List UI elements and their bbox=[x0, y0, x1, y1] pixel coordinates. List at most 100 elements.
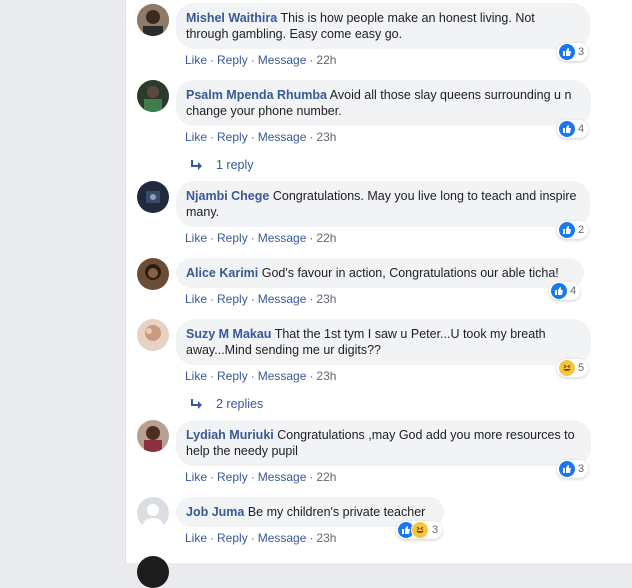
separator: · bbox=[309, 531, 314, 545]
view-replies-link[interactable]: 1 reply bbox=[190, 157, 254, 173]
replies-label: 2 replies bbox=[216, 397, 264, 411]
message-link[interactable]: Message bbox=[258, 130, 307, 144]
reply-link[interactable]: Reply bbox=[217, 292, 248, 306]
timestamp[interactable]: 22h bbox=[316, 470, 336, 484]
reaction-count[interactable]: 3 bbox=[557, 43, 589, 61]
comment-actions: Like · Reply · Message · 22h bbox=[185, 470, 336, 484]
timestamp[interactable]: 23h bbox=[316, 130, 336, 144]
timestamp[interactable]: 23h bbox=[316, 369, 336, 383]
comment-actions: Like · Reply · Message · 22h bbox=[185, 231, 336, 245]
reply-link[interactable]: Reply bbox=[217, 531, 248, 545]
comment-author[interactable]: Suzy M Makau bbox=[186, 327, 271, 341]
comment-bubble: Psalm Mpenda Rhumba Avoid all those slay… bbox=[176, 80, 591, 126]
comment-bubble: Suzy M Makau That the 1st tym I saw u Pe… bbox=[176, 319, 591, 365]
comment-actions: Like · Reply · Message · 23h bbox=[185, 130, 336, 144]
message-link[interactable]: Message bbox=[258, 369, 307, 383]
reply-link[interactable]: Reply bbox=[217, 130, 248, 144]
reaction-number: 5 bbox=[578, 362, 585, 374]
separator: · bbox=[210, 53, 215, 67]
like-icon bbox=[559, 121, 575, 137]
message-link[interactable]: Message bbox=[258, 531, 307, 545]
like-link[interactable]: Like bbox=[185, 369, 207, 383]
separator: · bbox=[250, 470, 255, 484]
avatar[interactable] bbox=[137, 497, 169, 529]
reaction-number: 4 bbox=[578, 123, 585, 135]
reaction-number: 3 bbox=[578, 463, 585, 475]
separator: · bbox=[309, 292, 314, 306]
separator: · bbox=[210, 531, 215, 545]
comment-text: Be my children's private teacher bbox=[247, 505, 426, 519]
reply-link[interactable]: Reply bbox=[217, 231, 248, 245]
like-icon bbox=[551, 283, 567, 299]
reaction-count[interactable]: 3 bbox=[396, 521, 443, 539]
separator: · bbox=[309, 231, 314, 245]
reply-link[interactable]: Reply bbox=[217, 470, 248, 484]
separator: · bbox=[309, 130, 314, 144]
reaction-number: 3 bbox=[432, 524, 439, 536]
haha-icon bbox=[411, 521, 429, 539]
comment-author[interactable]: Job Juma bbox=[186, 505, 244, 519]
avatar[interactable] bbox=[137, 80, 169, 112]
comment-author[interactable]: Mishel Waithira bbox=[186, 11, 277, 25]
reaction-count[interactable]: 4 bbox=[549, 282, 581, 300]
comment-actions: Like · Reply · Message · 23h bbox=[185, 292, 336, 306]
avatar[interactable] bbox=[137, 319, 169, 351]
reply-link[interactable]: Reply bbox=[217, 53, 248, 67]
like-icon bbox=[559, 44, 575, 60]
separator: · bbox=[210, 231, 215, 245]
separator: · bbox=[210, 292, 215, 306]
avatar[interactable] bbox=[137, 181, 169, 213]
comment-author[interactable]: Njambi Chege bbox=[186, 189, 269, 203]
reaction-number: 2 bbox=[578, 224, 585, 236]
timestamp[interactable]: 22h bbox=[316, 231, 336, 245]
avatar[interactable] bbox=[137, 4, 169, 36]
message-link[interactable]: Message bbox=[258, 470, 307, 484]
comment-bubble: Alice Karimi God's favour in action, Con… bbox=[176, 258, 584, 288]
replies-label: 1 reply bbox=[216, 158, 254, 172]
comment-author[interactable]: Psalm Mpenda Rhumba bbox=[186, 88, 327, 102]
separator: · bbox=[250, 531, 255, 545]
avatar[interactable] bbox=[137, 420, 169, 452]
reaction-number: 4 bbox=[570, 285, 577, 297]
reaction-number: 3 bbox=[578, 46, 585, 58]
comment-bubble: Lydiah Muriuki Congratulations ,may God … bbox=[176, 420, 591, 466]
reaction-count[interactable]: 4 bbox=[557, 120, 589, 138]
haha-icon bbox=[559, 360, 575, 376]
like-link[interactable]: Like bbox=[185, 292, 207, 306]
separator: · bbox=[250, 369, 255, 383]
like-icon bbox=[559, 461, 575, 477]
separator: · bbox=[309, 53, 314, 67]
like-link[interactable]: Like bbox=[185, 470, 207, 484]
timestamp[interactable]: 22h bbox=[316, 53, 336, 67]
separator: · bbox=[250, 292, 255, 306]
reply-arrow-icon bbox=[191, 399, 202, 409]
message-link[interactable]: Message bbox=[258, 231, 307, 245]
like-link[interactable]: Like bbox=[185, 53, 207, 67]
like-icon bbox=[559, 222, 575, 238]
like-link[interactable]: Like bbox=[185, 231, 207, 245]
reply-link[interactable]: Reply bbox=[217, 369, 248, 383]
timestamp[interactable]: 23h bbox=[316, 292, 336, 306]
separator: · bbox=[250, 231, 255, 245]
comments-panel: Mishel Waithira This is how people make … bbox=[125, 0, 632, 588]
view-replies-link[interactable]: 2 replies bbox=[190, 396, 263, 412]
separator: · bbox=[210, 470, 215, 484]
reaction-count[interactable]: 5 bbox=[557, 359, 589, 377]
avatar[interactable] bbox=[137, 556, 169, 588]
separator: · bbox=[250, 53, 255, 67]
timestamp[interactable]: 23h bbox=[316, 531, 336, 545]
message-link[interactable]: Message bbox=[258, 292, 307, 306]
comment-author[interactable]: Alice Karimi bbox=[186, 266, 258, 280]
message-link[interactable]: Message bbox=[258, 53, 307, 67]
comment-actions: Like · Reply · Message · 22h bbox=[185, 53, 336, 67]
comment-bubble: Njambi Chege Congratulations. May you li… bbox=[176, 181, 590, 227]
reaction-count[interactable]: 2 bbox=[557, 221, 589, 239]
comment-actions: Like · Reply · Message · 23h bbox=[185, 369, 336, 383]
like-link[interactable]: Like bbox=[185, 130, 207, 144]
comment-author[interactable]: Lydiah Muriuki bbox=[186, 428, 274, 442]
reaction-count[interactable]: 3 bbox=[557, 460, 589, 478]
comment-bubble: Mishel Waithira This is how people make … bbox=[176, 3, 590, 49]
separator: · bbox=[210, 130, 215, 144]
like-link[interactable]: Like bbox=[185, 531, 207, 545]
avatar[interactable] bbox=[137, 258, 169, 290]
